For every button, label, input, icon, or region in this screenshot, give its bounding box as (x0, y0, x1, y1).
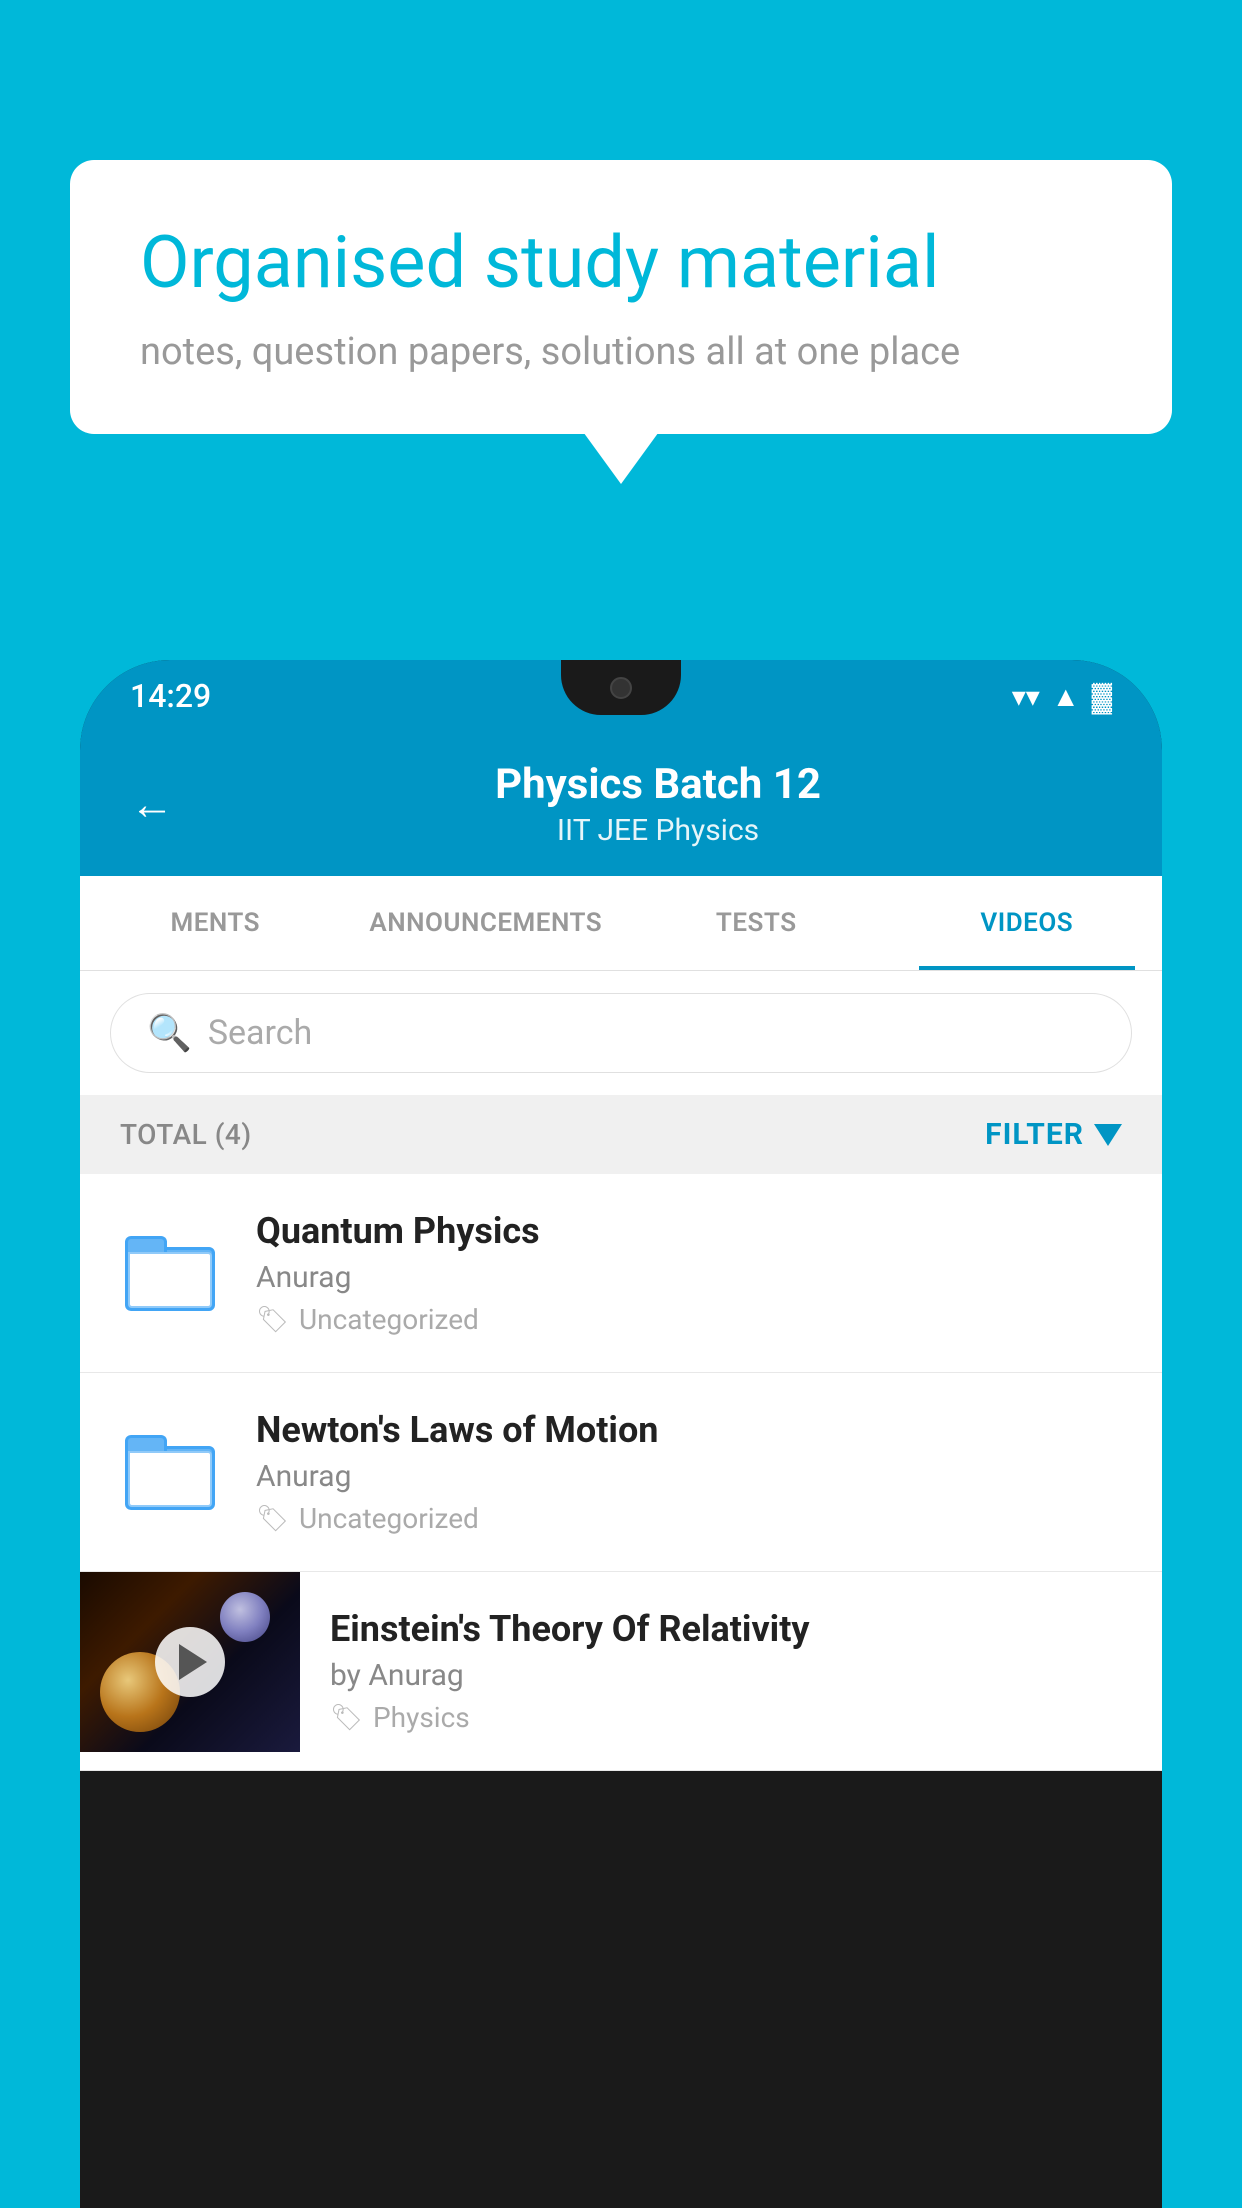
batch-subtitle: IIT JEE Physics (204, 813, 1112, 848)
signal-icon: ▲ (1052, 680, 1080, 713)
notch (561, 660, 681, 715)
video-info: Einstein's Theory Of Relativity by Anura… (300, 1572, 1162, 1770)
wifi-icon: ▾▾ (1012, 680, 1040, 713)
subtext: notes, question papers, solutions all at… (140, 330, 1102, 374)
folder-icon-container (120, 1223, 220, 1323)
video-tag: 🏷 Uncategorized (256, 1502, 1122, 1535)
search-bar-container: 🔍 Search (80, 971, 1162, 1095)
search-bar[interactable]: 🔍 Search (110, 993, 1132, 1073)
video-thumbnail (80, 1572, 300, 1752)
tab-videos[interactable]: VIDEOS (892, 876, 1163, 970)
video-author: Anurag (256, 1260, 1122, 1295)
filter-bar: TOTAL (4) FILTER (80, 1095, 1162, 1174)
tag-icon: 🏷 (256, 1305, 289, 1335)
status-time: 14:29 (130, 677, 211, 715)
folder-icon (125, 1435, 215, 1510)
speech-bubble-container: Organised study material notes, question… (70, 160, 1172, 434)
folder-icon-container (120, 1422, 220, 1522)
video-author: Anurag (256, 1459, 1122, 1494)
tab-ments[interactable]: MENTS (80, 876, 351, 970)
phone-screen: 🔍 Search TOTAL (4) FILTER (80, 971, 1162, 1771)
phone-frame: 14:29 ▾▾ ▲ ▓ ← Physics Batch 12 IIT JEE … (80, 660, 1162, 2208)
list-item[interactable]: Quantum Physics Anurag 🏷 Uncategorized (80, 1174, 1162, 1373)
video-title: Einstein's Theory Of Relativity (330, 1608, 1132, 1650)
video-tag: 🏷 Physics (330, 1701, 1132, 1734)
search-icon: 🔍 (147, 1012, 192, 1054)
video-list: Quantum Physics Anurag 🏷 Uncategorized (80, 1174, 1162, 1771)
video-tag: 🏷 Uncategorized (256, 1303, 1122, 1336)
play-button[interactable] (155, 1627, 225, 1697)
total-count: TOTAL (4) (120, 1118, 252, 1151)
planet2 (220, 1592, 270, 1642)
batch-title: Physics Batch 12 (204, 760, 1112, 809)
tag-icon: 🏷 (330, 1703, 363, 1733)
video-info: Quantum Physics Anurag 🏷 Uncategorized (256, 1210, 1122, 1336)
play-icon (179, 1644, 207, 1680)
filter-icon (1094, 1124, 1122, 1146)
status-bar: 14:29 ▾▾ ▲ ▓ (80, 660, 1162, 732)
tag-icon: 🏷 (256, 1504, 289, 1534)
tab-tests[interactable]: TESTS (621, 876, 892, 970)
battery-icon: ▓ (1092, 680, 1112, 713)
back-button[interactable]: ← (130, 778, 174, 830)
status-icons: ▾▾ ▲ ▓ (1012, 680, 1112, 713)
list-item[interactable]: Einstein's Theory Of Relativity by Anura… (80, 1572, 1162, 1771)
tabs-bar: MENTS ANNOUNCEMENTS TESTS VIDEOS (80, 876, 1162, 971)
folder-icon (125, 1236, 215, 1311)
filter-button[interactable]: FILTER (985, 1117, 1122, 1152)
video-author: by Anurag (330, 1658, 1132, 1693)
speech-bubble: Organised study material notes, question… (70, 160, 1172, 434)
video-title: Quantum Physics (256, 1210, 1122, 1252)
video-info: Newton's Laws of Motion Anurag 🏷 Uncateg… (256, 1409, 1122, 1535)
headline: Organised study material (140, 220, 1102, 306)
app-header: ← Physics Batch 12 IIT JEE Physics (80, 732, 1162, 876)
header-title-block: Physics Batch 12 IIT JEE Physics (204, 760, 1112, 848)
tab-announcements[interactable]: ANNOUNCEMENTS (351, 876, 622, 970)
camera (610, 677, 632, 699)
search-input[interactable]: Search (208, 1013, 312, 1053)
video-title: Newton's Laws of Motion (256, 1409, 1122, 1451)
list-item[interactable]: Newton's Laws of Motion Anurag 🏷 Uncateg… (80, 1373, 1162, 1572)
